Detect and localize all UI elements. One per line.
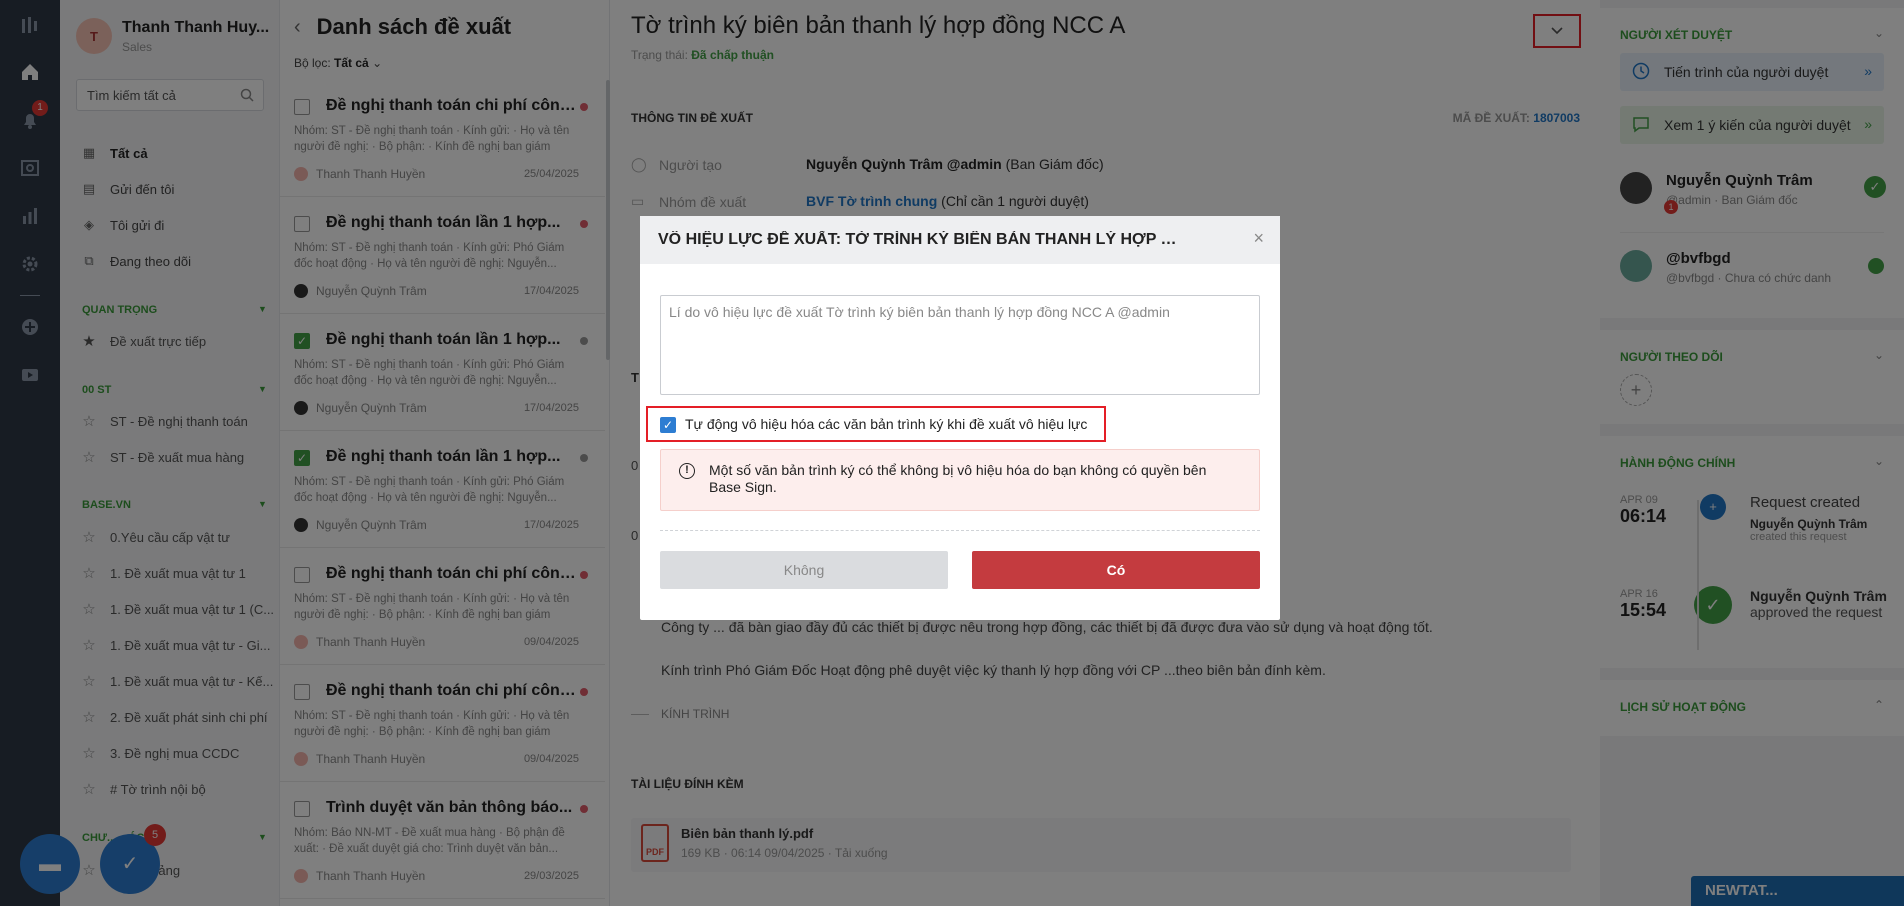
auto-invalidate-checkbox-row[interactable]: ✓ Tự động vô hiệu hóa các văn bản trình … [646, 406, 1106, 442]
checkbox-checked[interactable]: ✓ [660, 417, 676, 433]
divider [660, 530, 1260, 531]
invalidate-modal: VÔ HIỆU LỰC ĐỀ XUẤT: TỜ TRÌNH KÝ BIÊN BẢ… [640, 216, 1280, 620]
confirm-button[interactable]: Có [972, 551, 1260, 589]
checkbox-label: Tự động vô hiệu hóa các văn bản trình ký… [685, 416, 1088, 432]
close-icon[interactable]: × [1253, 228, 1264, 249]
warning-box: ! Một số văn bản trình ký có thể không b… [660, 449, 1260, 511]
cancel-button[interactable]: Không [660, 551, 948, 589]
reason-textarea[interactable] [660, 295, 1260, 395]
info-icon: ! [679, 463, 695, 479]
warning-text: Một số văn bản trình ký có thể không bị … [709, 462, 1207, 495]
modal-title: VÔ HIỆU LỰC ĐỀ XUẤT: TỜ TRÌNH KÝ BIÊN BẢ… [658, 231, 1178, 248]
